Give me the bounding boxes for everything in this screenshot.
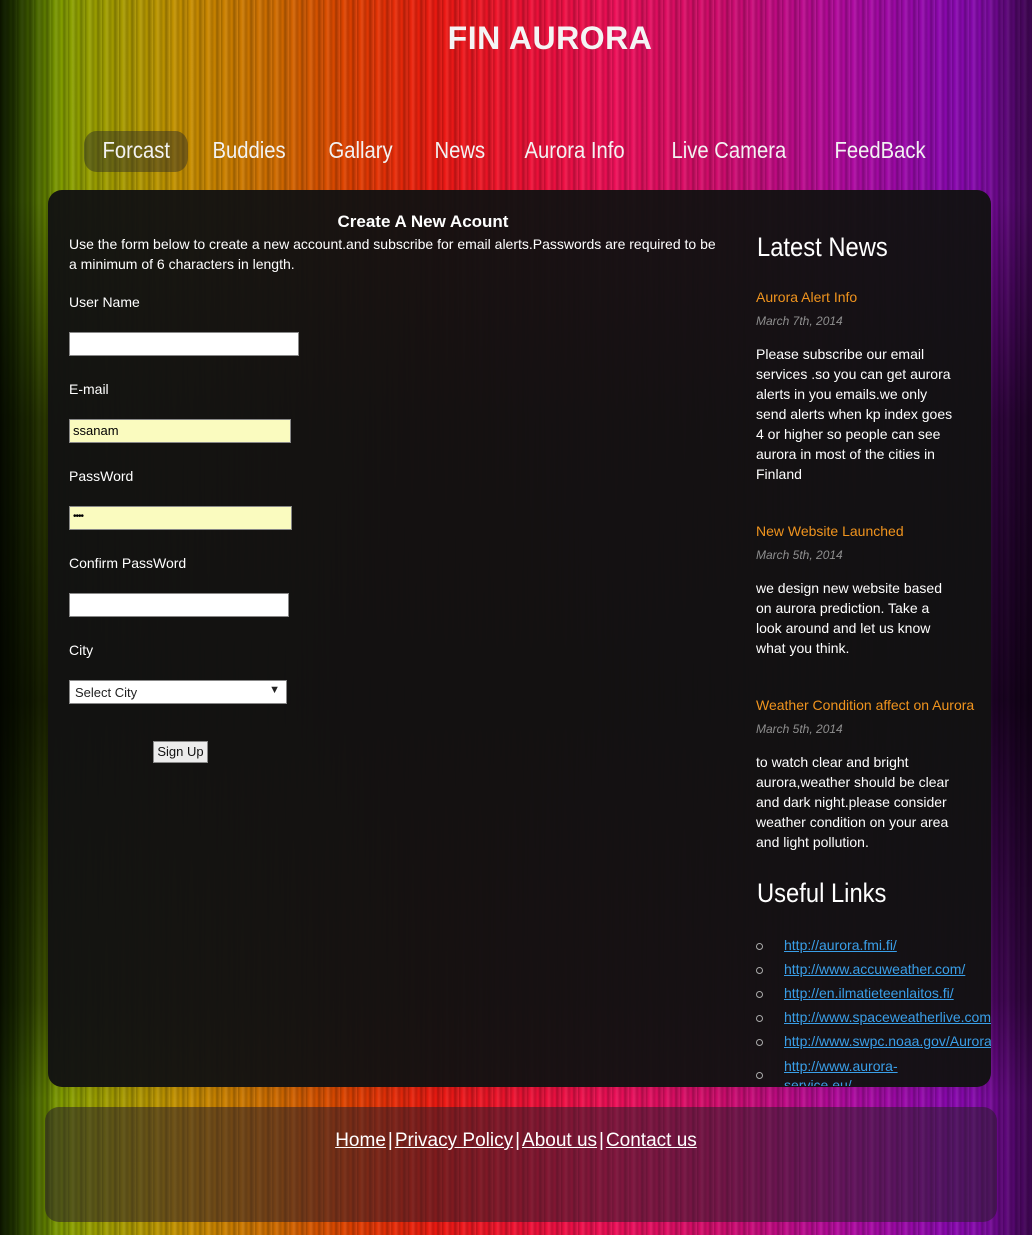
nav-item-forcast[interactable]: Forcast (84, 130, 188, 172)
main-nav: Forcast Buddies Gallary News Aurora Info… (84, 130, 953, 172)
sign-up-button[interactable]: Sign Up (153, 741, 208, 763)
useful-links-list: http://aurora.fmi.fi/ http://www.accuwea… (756, 936, 991, 1086)
nav-item-news[interactable]: News (416, 131, 503, 172)
news-body: to watch clear and bright aurora,weather… (756, 754, 950, 850)
list-item: http://www.swpc.noaa.gov/Aurora (756, 1032, 991, 1056)
confirm-password-input[interactable] (69, 593, 289, 617)
list-item: http://www.aurora-service.eu/ (756, 1056, 991, 1086)
chevron-down-icon: ▼ (269, 684, 280, 696)
useful-link[interactable]: http://www.spaceweatherlive.com (784, 1009, 991, 1025)
city-select-value: Select City (75, 685, 138, 700)
nav-item-gallary[interactable]: Gallary (310, 131, 410, 172)
bullet-icon (756, 1072, 763, 1079)
news-title[interactable]: New Website Launched (756, 523, 904, 539)
bullet-icon (756, 1015, 763, 1022)
bullet-icon (756, 1039, 763, 1046)
bullet-icon (756, 991, 763, 998)
footer-link-privacy-policy[interactable]: Privacy Policy (395, 1130, 513, 1151)
news-title[interactable]: Aurora Alert Info (756, 289, 857, 305)
footer-link-about-us[interactable]: About us (522, 1130, 597, 1151)
news-body: Please subscribe our email services .so … (756, 346, 953, 482)
email-input[interactable]: ssanam (69, 419, 291, 443)
city-select[interactable]: Select City ▼ (69, 680, 287, 704)
news-title[interactable]: Weather Condition affect on Aurora (756, 697, 974, 713)
list-item: http://www.spaceweatherlive.com (756, 1008, 991, 1032)
footer-link-contact-us[interactable]: Contact us (606, 1130, 697, 1151)
form-title: Create A New Acount (337, 212, 509, 231)
bullet-icon (756, 943, 763, 950)
useful-links-heading: Useful Links (757, 878, 887, 908)
password-input[interactable]: •••• (69, 506, 292, 530)
username-label: User Name (69, 294, 140, 310)
news-date: March 7th, 2014 (756, 314, 843, 328)
nav-item-aurora-info[interactable]: Aurora Info (506, 131, 642, 172)
email-label: E-mail (69, 381, 109, 397)
footer-separator: | (387, 1130, 393, 1151)
form-intro: Use the form below to create a new accou… (69, 236, 716, 272)
nav-item-live-camera[interactable]: Live Camera (653, 131, 804, 172)
useful-link[interactable]: http://www.accuweather.com/ (784, 961, 965, 977)
news-body: we design new website based on aurora pr… (756, 580, 943, 656)
nav-item-feedback[interactable]: FeedBack (816, 131, 943, 172)
footer-separator: | (515, 1130, 521, 1151)
password-label: PassWord (69, 468, 134, 484)
footer-link-home[interactable]: Home (335, 1130, 386, 1151)
news-date: March 5th, 2014 (756, 722, 843, 736)
useful-link[interactable]: http://www.aurora-service.eu/ (784, 1057, 934, 1086)
useful-link[interactable]: http://aurora.fmi.fi/ (784, 937, 897, 953)
bullet-icon (756, 967, 763, 974)
latest-news-heading: Latest News (757, 232, 888, 262)
site-title: FIN AURORA (447, 20, 653, 56)
confirm-password-label: Confirm PassWord (69, 555, 187, 571)
username-input[interactable] (69, 332, 299, 356)
list-item: http://aurora.fmi.fi/ (756, 936, 991, 960)
nav-item-buddies[interactable]: Buddies (194, 131, 303, 172)
news-date: March 5th, 2014 (756, 548, 843, 562)
footer-panel (45, 1107, 997, 1222)
useful-link[interactable]: http://en.ilmatieteenlaitos.fi/ (784, 985, 954, 1001)
useful-link[interactable]: http://www.swpc.noaa.gov/Aurora (784, 1033, 991, 1049)
footer-links: Home | Privacy Policy | About us | Contact us (0, 1130, 1032, 1152)
footer-separator: | (599, 1130, 604, 1151)
list-item: http://www.accuweather.com/ (756, 960, 991, 984)
list-item: http://en.ilmatieteenlaitos.fi/ (756, 984, 991, 1008)
city-label: City (69, 642, 94, 658)
